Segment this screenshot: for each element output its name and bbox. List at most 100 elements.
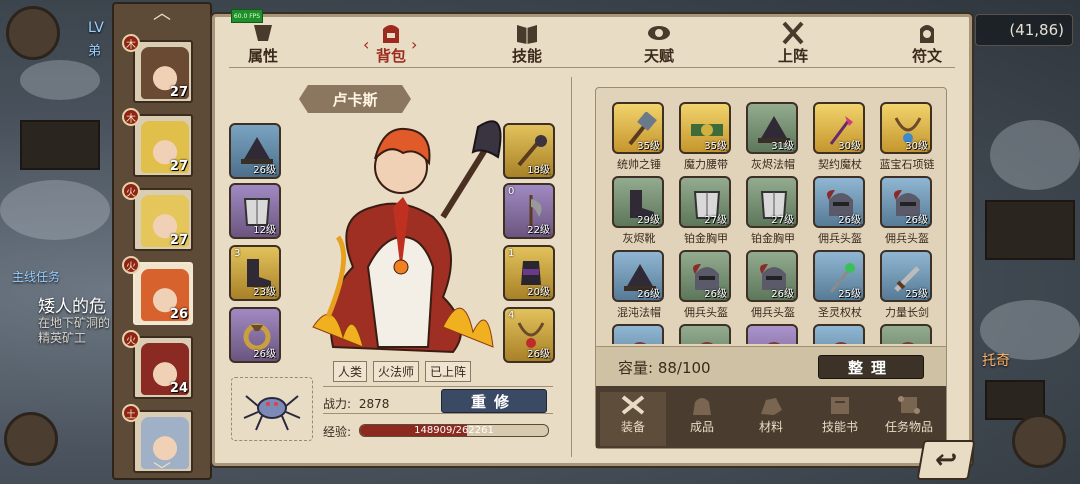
skill-book-icon [807, 394, 873, 416]
pet-spider-icon [243, 395, 301, 431]
inventory-item[interactable]: 31级 灰烬法帽 [740, 102, 806, 174]
item-level: 26级 [905, 215, 928, 226]
inventory-item[interactable]: 35级 魔力腰带 [673, 102, 739, 174]
item-name: 蓝宝石项链 [879, 158, 935, 171]
inventory-panel: 35级 统帅之锤 35级 魔力腰带 31级 灰烬法帽 30级 契约魔杖 30级 蓝宝石项链 29级灰… [595, 87, 947, 449]
item-frame: 30级 [813, 102, 865, 154]
pet-slot[interactable] [231, 377, 313, 441]
hero-card[interactable]: 26 [133, 262, 193, 325]
category-label: 成品 [689, 420, 714, 434]
category-label: 装备 [620, 420, 645, 434]
inventory-item[interactable] [740, 324, 806, 344]
bag-icon [669, 394, 735, 416]
tab-indicator-left-icon: ‹ [363, 35, 370, 54]
category-label: 技能书 [821, 420, 858, 434]
hero-card[interactable]: 27 [133, 40, 193, 103]
item-frame [746, 324, 798, 344]
hero-tags: 人类 火法师 已上阵 [333, 361, 472, 382]
item-level: 27级 [704, 215, 727, 226]
inventory-item[interactable]: 25级 圣灵权杖 [807, 250, 873, 322]
hero-list-down-icon[interactable]: ﹀ [150, 463, 174, 481]
map-button[interactable] [6, 6, 60, 60]
inventory-item[interactable]: 30级 蓝宝石项链 [874, 102, 940, 174]
item-frame: 31级 [746, 102, 798, 154]
category-tab-skill-book[interactable]: 技能书 [807, 392, 873, 446]
tab-rune[interactable]: 符文 [897, 21, 957, 67]
inventory-item[interactable]: 26级 佣兵头盔 [673, 250, 739, 322]
sort-button[interactable]: 整理 [818, 355, 924, 379]
inventory-item[interactable]: 26级佣兵头盔 [874, 176, 940, 248]
category-tab-scroll[interactable]: 任务物品 [876, 392, 942, 446]
inventory-grid[interactable]: 35级 统帅之锤 35级 魔力腰带 31级 灰烬法帽 30级 契约魔杖 30级 蓝宝石项链 29级灰… [606, 102, 946, 344]
item-level: 12级 [253, 225, 276, 236]
inventory-item[interactable]: 26级 佣兵头盔 [807, 176, 873, 248]
category-tab-ore[interactable]: 材料 [738, 392, 804, 446]
exp-label: 经验: [323, 425, 352, 439]
item-name: 佣兵头盔 [751, 306, 795, 319]
item-level: 31级 [771, 141, 794, 152]
quest-tracker-title[interactable]: 主线任务 [12, 268, 60, 285]
element-badge-icon: 木 [122, 108, 140, 126]
tab-bar: 属性 背包 技能 天赋 上阵 符文 [215, 17, 969, 69]
scroll-icon [876, 394, 942, 416]
inventory-item[interactable] [807, 324, 873, 344]
inventory-item[interactable]: 26级 佣兵头盔 [740, 250, 806, 322]
tab-label: 符文 [911, 47, 942, 65]
item-level: 25级 [838, 289, 861, 300]
tab-crossed-swords[interactable]: 上阵 [763, 21, 823, 67]
equip-slot-left[interactable]: 12级 [229, 183, 281, 239]
inventory-item[interactable]: 29级 灰烬靴 [606, 176, 672, 248]
equip-slot-left[interactable]: 26级 [229, 307, 281, 363]
exp-progress-bar: 148909/262261 [359, 424, 549, 437]
power-stat: 战力: 2878 [323, 395, 389, 412]
item-name: 佣兵头盔 [885, 232, 929, 245]
inventory-item[interactable] [606, 324, 672, 344]
inventory-item[interactable]: 25级 力量长剑 [874, 250, 940, 322]
reset-button[interactable]: 重修 [441, 389, 547, 413]
inventory-item[interactable]: 26级 混沌法帽 [606, 250, 672, 322]
quest-description: 在地下矿洞的精英矿工 [38, 316, 111, 345]
hero-level: 24 [169, 381, 188, 396]
tab-talent-eye[interactable]: 天赋 [629, 21, 689, 67]
settings-button[interactable] [4, 412, 58, 466]
hero-list[interactable]: ︿ 27 木 27 木 27 火 26 火 24 火土 ﹀ [112, 2, 212, 481]
tab-divider [229, 67, 955, 68]
tab-label: 属性 [247, 47, 278, 65]
item-frame: 26级 [880, 176, 932, 228]
inventory-item[interactable]: 35级 统帅之锤 [606, 102, 672, 174]
crossed-swords-icon [763, 21, 823, 45]
category-tab-bag[interactable]: 成品 [669, 392, 735, 446]
inventory-item[interactable]: 30级 契约魔杖 [807, 102, 873, 174]
power-value: 2878 [358, 397, 390, 411]
equip-slot-left[interactable]: 3 23级 [229, 245, 281, 301]
tab-skill-book[interactable]: 技能 [497, 21, 557, 67]
hero-level: 27 [169, 85, 188, 100]
ore-icon [738, 394, 804, 416]
hero-card[interactable]: 27 [133, 188, 193, 251]
item-level: 29级 [637, 215, 660, 226]
element-badge-icon: 火 [122, 330, 140, 348]
element-badge-icon: 火 [122, 182, 140, 200]
inventory-item[interactable]: 27级 铂金胸甲 [673, 176, 739, 248]
hero-card[interactable]: 24 [133, 336, 193, 399]
item-frame: 26级 [612, 250, 664, 302]
category-tab-equipment[interactable]: 装备 [600, 392, 666, 446]
category-label: 任务物品 [884, 420, 933, 434]
item-name: 统帅之锤 [617, 158, 661, 171]
item-name: 魔力腰带 [684, 158, 728, 171]
shop-button[interactable] [1012, 414, 1066, 468]
inventory-item[interactable] [673, 324, 739, 344]
hero-card[interactable]: 27 [133, 114, 193, 177]
equip-slot-left[interactable]: 26级 [229, 123, 281, 179]
back-button[interactable]: ↩ [916, 440, 976, 480]
hero-list-up-icon[interactable]: ︿ [150, 5, 174, 23]
tab-attribute[interactable]: 属性 [233, 21, 293, 67]
map-coordinates: (41,86) [975, 14, 1073, 46]
equipment-icon [600, 394, 666, 416]
item-level: 26级 [704, 289, 727, 300]
inventory-item[interactable]: 27级 铂金胸甲 [740, 176, 806, 248]
hero-portrait-art [312, 120, 502, 354]
item-level: 26级 [253, 165, 276, 176]
inventory-item[interactable] [874, 324, 940, 344]
quest-name[interactable]: 矮人的危 [38, 292, 106, 317]
